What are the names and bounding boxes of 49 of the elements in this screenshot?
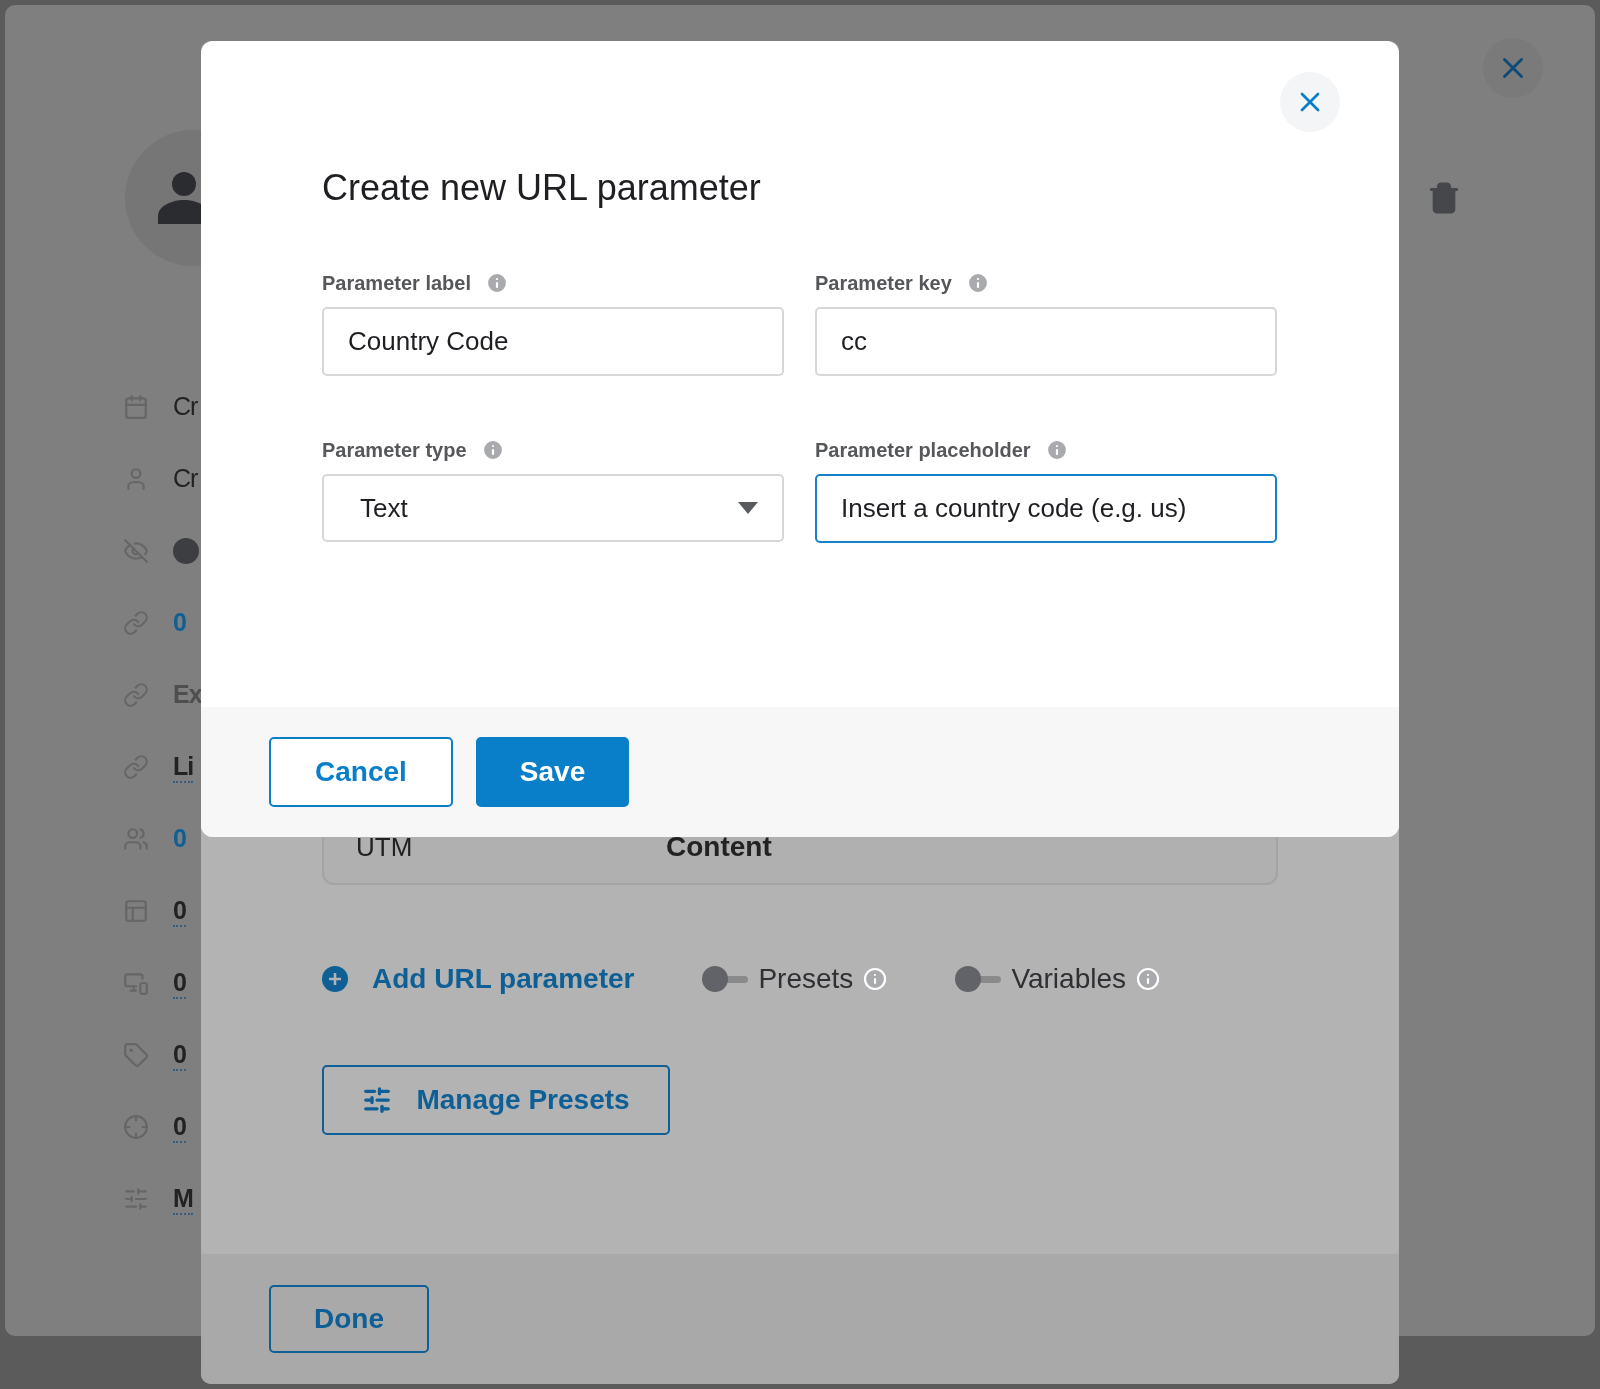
people-icon [123,826,149,852]
detail-link[interactable]: Li [173,751,194,783]
toggle-switch[interactable] [955,966,1002,992]
add-url-parameter-link[interactable]: Add URL parameter [322,963,635,995]
done-button[interactable]: Done [269,1285,429,1353]
toggle-label: Variables [1011,963,1127,995]
status-dot [173,538,199,564]
cancel-button[interactable]: Cancel [269,737,453,807]
table-cell: Content [666,831,772,863]
input-field[interactable]: Insert a country code (e.g. us) [815,474,1277,543]
detail-text: Cr [173,463,198,494]
detail-link[interactable]: M [173,1183,193,1215]
input-field[interactable]: Country Code [322,307,784,376]
sliders-icon [123,1186,149,1212]
crosshair-icon [123,1114,149,1140]
info-icon[interactable] [485,271,509,295]
eye-off-icon [123,538,149,564]
input-field[interactable]: cc [815,307,1277,376]
detail-link[interactable]: 0 [173,1111,186,1143]
field-label: Parameter key [815,271,952,295]
type-select[interactable]: Text [322,474,784,542]
detail-link[interactable]: 0 [173,967,186,999]
detail-text: 0 [173,823,186,854]
detail-link[interactable]: 0 [173,1039,186,1071]
field-label: Parameter placeholder [815,438,1031,462]
field-label: Parameter type [322,438,467,462]
trash-icon[interactable] [1427,181,1461,215]
save-button[interactable]: Save [475,737,630,807]
calendar-icon [123,394,149,420]
detail-text: Cr [173,391,198,422]
dialog-title: Create new URL parameter [322,167,762,209]
field-label: Parameter label [322,271,471,295]
tag-icon [123,1042,149,1068]
link-icon [123,754,149,780]
layout-icon [123,898,149,924]
info-icon[interactable] [1136,967,1161,991]
plus-icon [322,966,348,992]
sliders-icon [362,1085,393,1115]
table-cell-text: UTM [356,832,414,863]
link-icon [123,682,149,708]
toggle-label: Presets [758,963,854,995]
devices-icon [123,970,149,996]
info-icon[interactable] [863,967,888,991]
caret-icon [738,502,758,514]
toggle-switch[interactable] [702,966,749,992]
detail-text: 0 [173,607,186,638]
detail-link[interactable]: 0 [173,895,186,927]
link-icon [123,610,149,636]
manage-presets-button[interactable]: Manage Presets [322,1065,670,1135]
